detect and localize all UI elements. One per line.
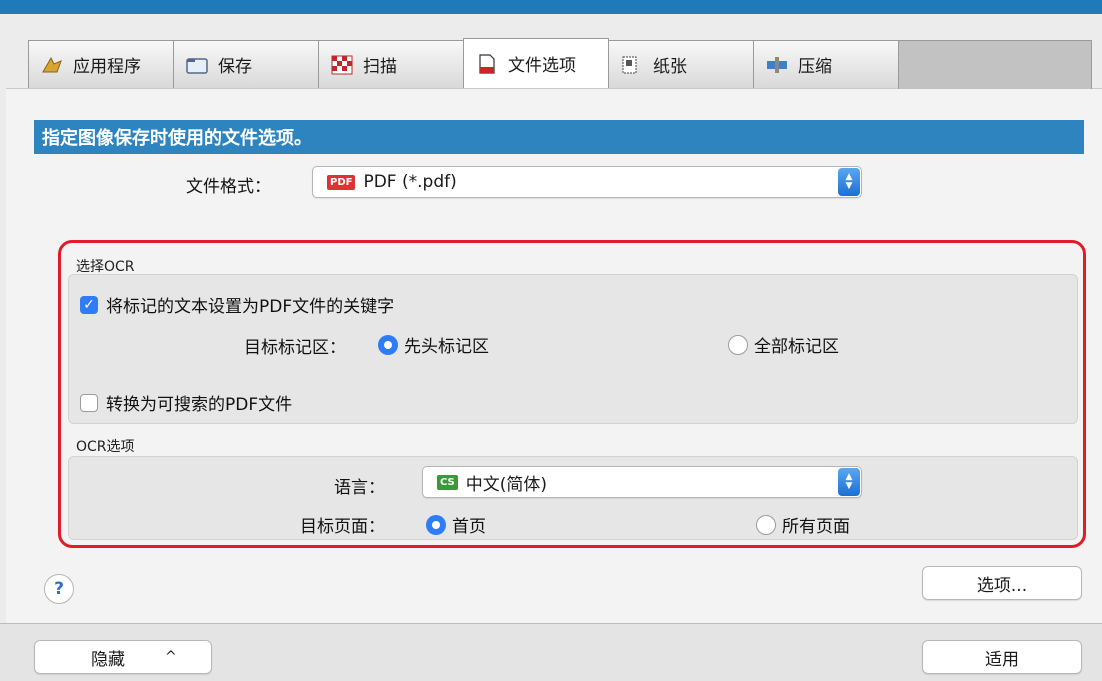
tab-save[interactable]: 保存 <box>173 40 319 88</box>
folder-icon <box>186 55 208 75</box>
tab-bar-filler <box>898 40 1092 89</box>
chevron-up-icon: ^ <box>165 649 177 665</box>
paper-icon <box>621 55 643 75</box>
help-button[interactable]: ? <box>44 574 74 604</box>
applications-icon <box>41 55 63 75</box>
tab-bar: 应用程序 保存 扫描 文件选项 纸张 压缩 <box>28 38 1092 90</box>
file-format-label: 文件格式： <box>186 177 271 197</box>
tab-scan[interactable]: 扫描 <box>318 40 464 88</box>
chevron-updown-icon: ▲ ▼ <box>838 168 860 196</box>
hide-button[interactable]: 隐藏 ^ <box>34 640 212 674</box>
tab-label: 纸张 <box>653 57 687 77</box>
pdf-icon: PDF <box>327 174 356 190</box>
window-top-strip <box>0 0 1102 14</box>
tab-paper[interactable]: 纸张 <box>608 40 754 88</box>
tab-label: 扫描 <box>363 57 397 77</box>
file-format-value: PDF (*.pdf) <box>363 172 457 192</box>
tab-label: 文件选项 <box>508 56 576 76</box>
apply-button[interactable]: 适用 <box>922 640 1082 674</box>
file-icon <box>476 53 498 74</box>
hide-button-label: 隐藏 <box>91 649 125 670</box>
scan-icon <box>331 55 353 75</box>
tab-file-options[interactable]: 文件选项 <box>463 38 609 88</box>
compress-icon <box>766 55 788 75</box>
tab-label: 保存 <box>218 57 252 77</box>
section-header: 指定图像保存时使用的文件选项。 <box>34 120 1084 154</box>
file-format-select[interactable]: PDF PDF (*.pdf) ▲ ▼ <box>312 166 862 198</box>
tab-compress[interactable]: 压缩 <box>753 40 899 88</box>
options-button[interactable]: 选项... <box>922 566 1082 600</box>
tab-applications[interactable]: 应用程序 <box>28 40 174 88</box>
highlight-box <box>58 240 1086 548</box>
tab-label: 应用程序 <box>73 57 141 77</box>
tab-label: 压缩 <box>798 57 832 77</box>
